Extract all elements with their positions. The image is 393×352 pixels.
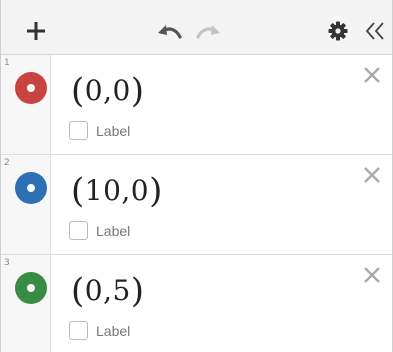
point-color-icon[interactable] [15,72,47,104]
label-checkbox[interactable] [69,321,88,340]
add-item-button[interactable] [23,18,49,44]
delete-icon[interactable] [362,165,382,185]
delete-icon[interactable] [362,265,382,285]
label-checkbox-text: Label [96,322,131,339]
label-toggle: Label [69,221,130,240]
plus-icon [27,22,45,40]
double-chevron-left-icon [365,22,384,40]
collapse-panel-button[interactable] [363,20,389,42]
expression-row[interactable]: 3 (0,5) Label [1,255,392,352]
point-dot [27,284,35,292]
redo-icon [196,25,220,39]
label-toggle: Label [69,321,130,340]
undo-button[interactable] [156,22,184,42]
toolbar [1,0,392,55]
label-toggle: Label [69,121,130,140]
expression-row[interactable]: 2 (10,0) Label [1,155,392,255]
expression-value: 10,0 [84,174,150,207]
undo-icon [158,25,182,39]
row-index: 1 [4,58,10,68]
delete-icon[interactable] [362,65,382,85]
expression-value: 0,0 [84,74,131,107]
expression-input[interactable]: (0,0) [71,69,145,111]
expression-input[interactable]: (0,5) [71,269,145,311]
label-checkbox[interactable] [69,121,88,140]
expression-panel: 1 (0,0) Label 2 (10,0) Label 3 (0,5) Lab… [0,0,393,352]
expression-input[interactable]: (10,0) [71,169,163,211]
expression-list: 1 (0,0) Label 2 (10,0) Label 3 (0,5) Lab… [1,55,392,352]
label-checkbox-text: Label [96,222,131,239]
expression-row[interactable]: 1 (0,0) Label [1,55,392,155]
expression-value: 0,5 [84,274,131,307]
row-gutter: 2 [1,155,51,254]
point-color-icon[interactable] [15,172,47,204]
point-color-icon[interactable] [15,272,47,304]
row-gutter: 1 [1,55,51,154]
point-dot [27,184,35,192]
label-checkbox-text: Label [96,122,131,139]
row-gutter: 3 [1,255,51,352]
point-dot [27,84,35,92]
label-checkbox[interactable] [69,221,88,240]
redo-button[interactable] [194,22,222,42]
row-index: 2 [4,158,10,168]
settings-button[interactable] [327,20,349,42]
gear-icon [328,21,348,41]
row-index: 3 [4,258,10,268]
